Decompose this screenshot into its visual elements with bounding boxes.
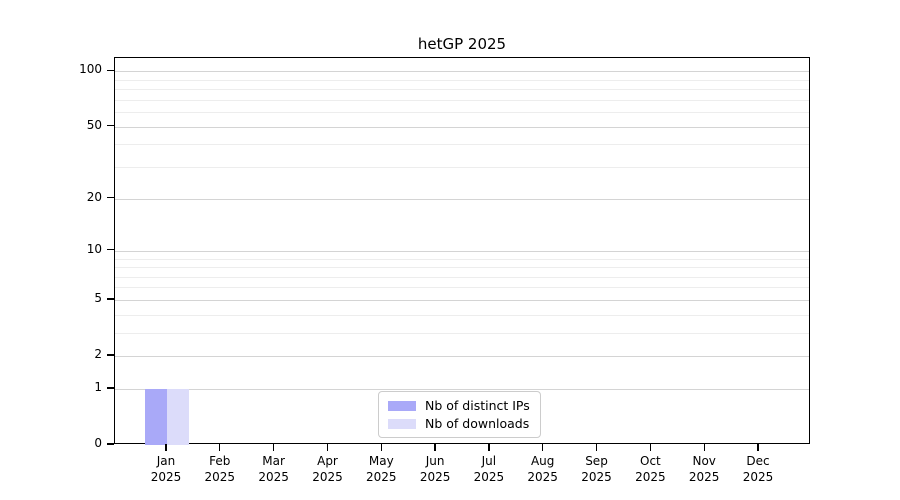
x-tick-label-feb: Feb 2025 bbox=[190, 453, 250, 485]
x-tick-mark-jul bbox=[488, 444, 490, 451]
minor-gridline bbox=[115, 166, 809, 168]
minor-gridline bbox=[115, 89, 809, 91]
x-tick-label-year: 2025 bbox=[258, 470, 289, 484]
x-tick-mark-may bbox=[380, 444, 382, 451]
y-tick-mark-1 bbox=[107, 387, 114, 389]
legend-row-downloads: Nb of downloads bbox=[388, 416, 530, 431]
x-tick-mark-oct bbox=[649, 444, 652, 451]
legend: Nb of distinct IPs Nb of downloads bbox=[378, 391, 541, 438]
minor-gridline bbox=[115, 276, 809, 278]
major-gridline-100 bbox=[115, 71, 809, 73]
y-tick-label-10: 10 bbox=[86, 241, 102, 256]
x-tick-mark-dec bbox=[757, 444, 759, 451]
x-tick-label-year: 2025 bbox=[742, 470, 774, 484]
y-tick-mark-0 bbox=[107, 443, 114, 445]
x-tick-label-year: 2025 bbox=[366, 470, 397, 484]
x-tick-label-year: 2025 bbox=[635, 470, 666, 484]
minor-gridline bbox=[115, 112, 809, 114]
x-tick-mark-sep bbox=[595, 444, 598, 451]
minor-gridline bbox=[115, 267, 809, 269]
y-tick-mark-10 bbox=[107, 249, 114, 251]
x-tick-label-year: 2025 bbox=[312, 470, 343, 484]
minor-gridline bbox=[115, 258, 809, 260]
legend-label-downloads: Nb of downloads bbox=[425, 416, 530, 431]
minor-gridline bbox=[115, 144, 809, 146]
x-tick-label-year: 2025 bbox=[688, 470, 720, 484]
legend-label-distinct-ips: Nb of distinct IPs bbox=[425, 398, 530, 413]
x-tick-label-year: 2025 bbox=[419, 470, 451, 484]
x-tick-mark-jun bbox=[434, 444, 436, 451]
x-tick-label-may: May 2025 bbox=[351, 453, 411, 485]
y-tick-label-2: 2 bbox=[94, 347, 102, 361]
y-tick-label-0: 0 bbox=[94, 436, 102, 450]
x-tick-label-nov: Nov 2025 bbox=[674, 453, 734, 485]
bar-nb-of-downloads-jan bbox=[167, 388, 189, 445]
x-tick-label-sep: Sep 2025 bbox=[567, 453, 627, 485]
minor-gridline bbox=[115, 79, 809, 81]
x-tick-mark-mar bbox=[272, 444, 275, 451]
x-tick-label-oct: Oct 2025 bbox=[620, 453, 680, 485]
x-tick-mark-aug bbox=[542, 444, 544, 451]
major-gridline-50 bbox=[115, 126, 809, 128]
downloads-swatch bbox=[388, 418, 416, 429]
x-tick-mark-feb bbox=[219, 444, 221, 451]
x-tick-label-year: 2025 bbox=[150, 470, 182, 484]
plot-area: Nb of distinct IPs Nb of downloads bbox=[114, 57, 810, 445]
x-tick-label-year: 2025 bbox=[204, 470, 236, 484]
x-tick-mark-nov bbox=[703, 444, 705, 451]
x-tick-label-year: 2025 bbox=[581, 470, 612, 484]
x-tick-label-dec: Dec 2025 bbox=[728, 453, 788, 485]
major-gridline-20 bbox=[115, 198, 809, 200]
y-tick-label-5: 5 bbox=[94, 290, 102, 305]
y-tick-label-50: 50 bbox=[86, 117, 102, 132]
y-tick-mark-50 bbox=[107, 124, 114, 127]
figure: hetGP 2025 Nb of distinct IPs Nb of down… bbox=[0, 0, 900, 500]
x-tick-label-jan: Jan 2025 bbox=[136, 453, 196, 485]
minor-gridline bbox=[115, 99, 809, 101]
x-tick-label-aug: Aug 2025 bbox=[513, 453, 573, 485]
y-tick-mark-20 bbox=[107, 196, 114, 199]
y-tick-label-20: 20 bbox=[86, 189, 102, 204]
distinct-ips-swatch bbox=[388, 400, 416, 411]
chart-title: hetGP 2025 bbox=[417, 35, 507, 53]
minor-gridline bbox=[115, 314, 809, 316]
x-tick-label-year: 2025 bbox=[527, 470, 558, 484]
y-tick-label-100: 100 bbox=[79, 62, 102, 77]
major-gridline-1 bbox=[115, 388, 809, 390]
major-gridline-5 bbox=[115, 299, 809, 301]
minor-gridline bbox=[115, 332, 809, 334]
x-tick-mark-jan bbox=[165, 444, 167, 451]
minor-gridline bbox=[115, 287, 809, 289]
x-tick-label-jul: Jul 2025 bbox=[459, 453, 519, 485]
x-tick-label-jun: Jun 2025 bbox=[405, 453, 465, 485]
y-tick-mark-2 bbox=[107, 354, 114, 356]
major-gridline-2 bbox=[115, 356, 809, 357]
legend-row-distinct-ips: Nb of distinct IPs bbox=[388, 398, 530, 413]
y-tick-mark-5 bbox=[107, 298, 114, 300]
x-tick-label-mar: Mar 2025 bbox=[244, 453, 304, 485]
y-tick-label-1: 1 bbox=[94, 379, 102, 394]
x-tick-label-apr: Apr 2025 bbox=[298, 453, 358, 485]
x-tick-mark-apr bbox=[326, 444, 329, 451]
bar-nb-of-distinct-ips-jan bbox=[145, 388, 167, 445]
x-tick-label-year: 2025 bbox=[473, 470, 505, 484]
y-tick-mark-100 bbox=[107, 69, 114, 71]
major-gridline-10 bbox=[115, 250, 809, 252]
